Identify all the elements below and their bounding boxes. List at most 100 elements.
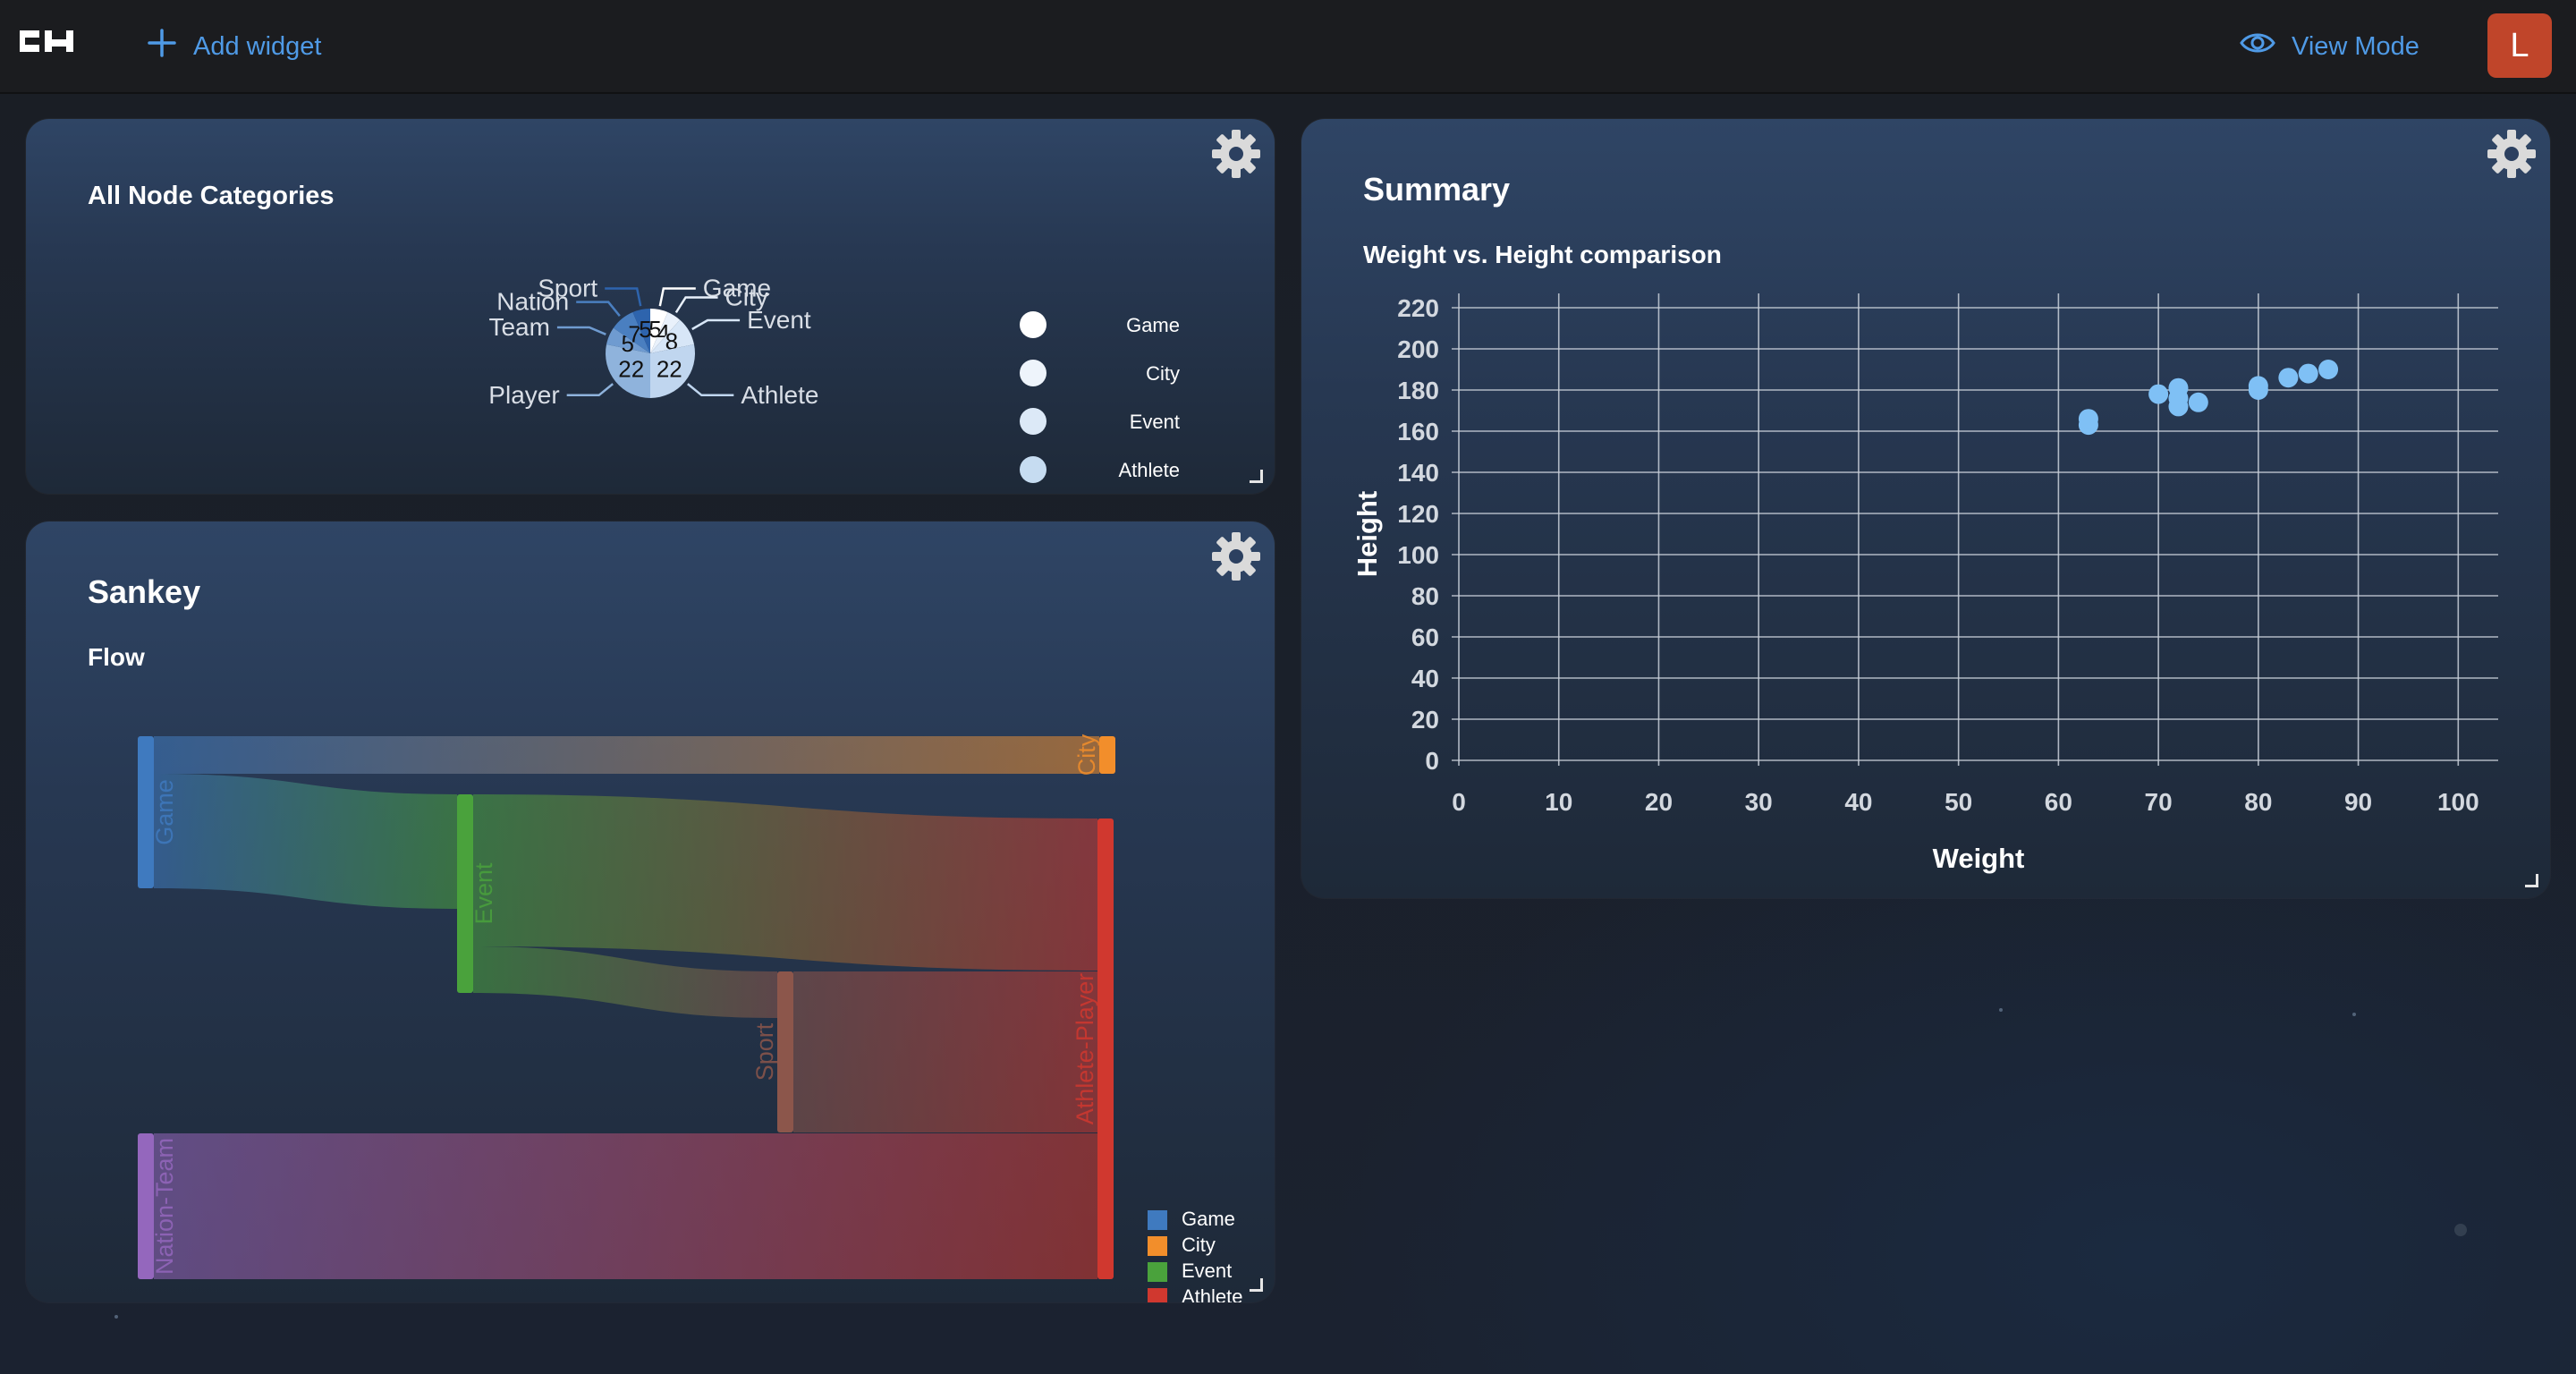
- scatter-point[interactable]: [2298, 363, 2318, 384]
- scatter-point[interactable]: [2078, 409, 2098, 429]
- x-axis-title: Weight: [1933, 843, 2025, 874]
- x-tick-label: 60: [2045, 788, 2072, 816]
- sankey-link[interactable]: [154, 736, 1099, 774]
- sankey-link[interactable]: [473, 946, 777, 1018]
- pie-value-label: 5: [639, 316, 651, 343]
- dashboard-canvas: All Node Categories 5 Game 4 City 8 Event 22 At…: [0, 94, 2576, 1374]
- eye-icon: [2240, 30, 2275, 64]
- node-categories-widget: All Node Categories 5 Game 4 City 8 Event 22 At…: [26, 119, 1275, 494]
- sankey-link[interactable]: [154, 1133, 1097, 1279]
- view-mode-label: View Mode: [2292, 31, 2419, 61]
- pie-category-label: Sport: [538, 274, 597, 301]
- y-tick-label: 140: [1397, 459, 1439, 487]
- sankey-node-label: Event: [470, 862, 497, 925]
- x-tick-label: 20: [1645, 788, 1673, 816]
- y-tick-label: 100: [1397, 541, 1439, 569]
- x-tick-label: 80: [2244, 788, 2272, 816]
- background-star: [1999, 1008, 2003, 1012]
- sankey-widget: Sankey Flow Game City Event Athlete-Player N…: [26, 522, 1275, 1302]
- scatter-point[interactable]: [2168, 396, 2189, 417]
- sankey-node-label: Sport: [751, 1022, 778, 1081]
- legend-swatch: [1148, 1236, 1167, 1256]
- background-star: [2352, 1013, 2356, 1016]
- y-tick-label: 220: [1397, 294, 1439, 322]
- x-tick-label: 0: [1452, 788, 1466, 816]
- y-tick-label: 200: [1397, 335, 1439, 363]
- y-tick-label: 120: [1397, 500, 1439, 528]
- category-pie-chart: 5Game4City8Event22Athlete22Player5Team 7N…: [488, 274, 1181, 483]
- y-axis-title: Height: [1352, 491, 1383, 577]
- x-tick-label: 90: [2344, 788, 2372, 816]
- sankey-chart: Game City Event Athlete-Player Nation-Team Sp…: [138, 734, 1243, 1302]
- pie-leader-line: [556, 326, 606, 335]
- sankey-node-sport[interactable]: [777, 971, 793, 1132]
- legend-label: Game: [1182, 1208, 1235, 1230]
- add-widget-label: Add widget: [193, 31, 322, 61]
- sankey-link[interactable]: [473, 794, 1097, 971]
- background-star: [114, 1315, 118, 1319]
- scatter-point[interactable]: [2188, 392, 2208, 412]
- y-tick-label: 40: [1411, 665, 1439, 692]
- view-mode-button[interactable]: View Mode: [2240, 29, 2419, 64]
- pie-leader-line: [566, 383, 614, 397]
- y-tick-label: 0: [1425, 747, 1439, 775]
- legend-swatch: [1148, 1210, 1167, 1230]
- sankey-node-label: Nation-Team: [151, 1138, 178, 1275]
- pie-category-label: Athlete: [741, 381, 818, 409]
- x-tick-label: 100: [2437, 788, 2479, 816]
- weight-height-scatter-chart: 0 10 20 30 40 50 60 70 80 90 100 0 20 40 60 80 100 120 140…: [1352, 293, 2498, 874]
- legend-swatch: [1020, 360, 1046, 386]
- x-tick-label: 40: [1844, 788, 1872, 816]
- scatter-point[interactable]: [2248, 376, 2268, 396]
- pie-leader-line: [687, 383, 734, 397]
- sankey-node-athlete-player[interactable]: [1097, 818, 1114, 1279]
- legend-swatch: [1148, 1288, 1167, 1302]
- sankey-node-label: Game: [151, 779, 178, 845]
- resize-handle[interactable]: [1250, 470, 1263, 483]
- app-logo[interactable]: [14, 23, 77, 64]
- x-tick-label: 50: [1945, 788, 1972, 816]
- pie-value-label: 22: [618, 355, 644, 382]
- pie-leader-line: [576, 301, 621, 317]
- legend-label: City: [1146, 362, 1180, 385]
- sankey-node-city[interactable]: [1099, 736, 1115, 774]
- y-tick-label: 80: [1411, 582, 1439, 610]
- y-tick-label: 60: [1411, 623, 1439, 651]
- legend-label: City: [1182, 1234, 1216, 1256]
- legend-label: Event: [1182, 1260, 1232, 1282]
- y-tick-label: 20: [1411, 706, 1439, 734]
- x-tick-label: 30: [1745, 788, 1773, 816]
- legend-label: Event: [1130, 411, 1180, 433]
- legend-swatch: [1020, 311, 1046, 338]
- legend-label: Athlete: [1119, 459, 1181, 481]
- plus-icon: [147, 28, 177, 65]
- user-avatar[interactable]: L: [2487, 13, 2552, 78]
- summary-widget: Summary Weight vs. Height comparison 0 10…: [1301, 119, 2550, 898]
- scatter-point[interactable]: [2318, 360, 2339, 379]
- legend-label: Game: [1126, 314, 1180, 336]
- resize-handle[interactable]: [1250, 1278, 1263, 1292]
- legend-swatch: [1020, 408, 1046, 435]
- legend-label: Athlete: [1182, 1285, 1243, 1302]
- scatter-point[interactable]: [2148, 384, 2169, 404]
- x-tick-label: 70: [2145, 788, 2173, 816]
- x-tick-label: 10: [1545, 788, 1572, 816]
- pie-value-label: 22: [657, 355, 682, 382]
- pie-category-label: Team: [488, 313, 549, 341]
- pie-category-label: Player: [488, 381, 559, 409]
- pie-category-label: Event: [747, 306, 811, 334]
- top-bar: Add widget View Mode L: [0, 0, 2576, 94]
- pie-leader-line: [691, 318, 741, 331]
- sankey-link[interactable]: [154, 774, 457, 909]
- legend-swatch: [1148, 1262, 1167, 1282]
- sankey-link[interactable]: [793, 971, 1097, 1132]
- y-tick-label: 180: [1397, 377, 1439, 404]
- sankey-node-label: Athlete-Player: [1072, 973, 1098, 1125]
- add-widget-button[interactable]: Add widget: [147, 29, 322, 64]
- resize-handle[interactable]: [2525, 874, 2538, 887]
- sankey-node-label: City: [1073, 734, 1100, 776]
- background-star: [2454, 1224, 2467, 1236]
- legend-swatch: [1020, 456, 1046, 483]
- scatter-point[interactable]: [2278, 368, 2299, 388]
- y-tick-label: 160: [1397, 418, 1439, 445]
